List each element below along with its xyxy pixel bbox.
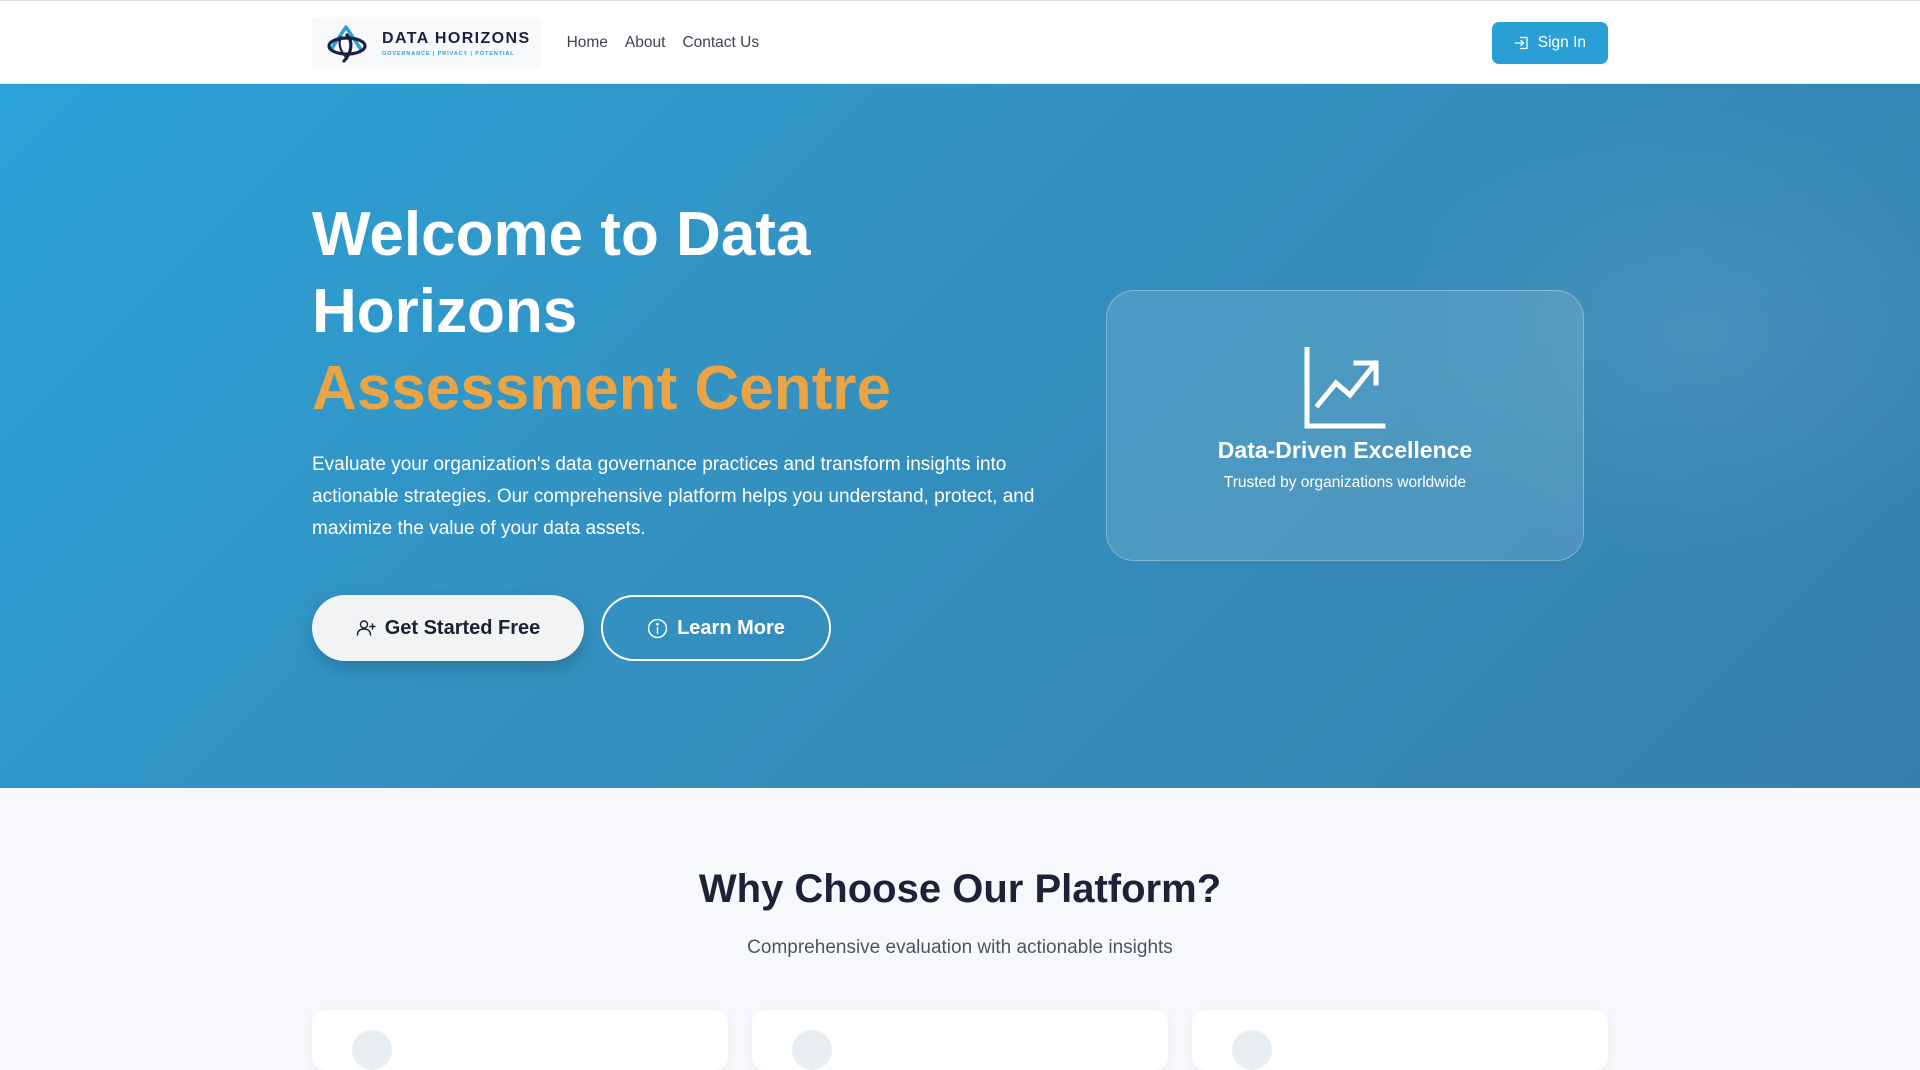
hero-cta-group: Get Started Free Learn More (312, 595, 1072, 661)
feature-card-1 (312, 1010, 728, 1070)
feature-icon (1232, 1030, 1272, 1070)
get-started-button[interactable]: Get Started Free (312, 595, 584, 661)
brand-name: DATA HORIZONS (382, 29, 531, 47)
hero-section: Welcome to Data Horizons Assessment Cent… (0, 84, 1920, 788)
user-plus-icon (356, 620, 376, 636)
feature-icon (792, 1030, 832, 1070)
brand-logo-link[interactable]: DATA HORIZONS GOVERNANCE | PRIVACY | POT… (312, 17, 541, 69)
brand-text: DATA HORIZONS GOVERNANCE | PRIVACY | POT… (382, 30, 531, 57)
why-choose-section: Why Choose Our Platform? Comprehensive e… (0, 788, 1920, 1070)
card-subtitle: Trusted by organizations worldwide (1223, 474, 1467, 491)
feature-card-3 (1192, 1010, 1608, 1070)
learn-more-label: Learn More (677, 616, 785, 639)
get-started-label: Get Started Free (384, 616, 541, 639)
navbar-inner: DATA HORIZONS GOVERNANCE | PRIVACY | POT… (312, 1, 1608, 85)
section-subtitle: Comprehensive evaluation with actionable… (747, 937, 1173, 958)
hero-title: Welcome to Data Horizons Assessment Cent… (312, 196, 1072, 427)
sign-in-button[interactable]: Sign In (1491, 22, 1608, 64)
hero-title-accent: Assessment Centre (312, 354, 891, 423)
hero-title-line-2: Horizons (312, 277, 578, 346)
data-horizons-logo-icon (327, 25, 367, 63)
brand-tagline: GOVERNANCE | PRIVACY | POTENTIAL (382, 50, 515, 57)
hero-description: Evaluate your organization's data govern… (312, 454, 1035, 539)
nav-link-home[interactable]: Home (567, 34, 608, 52)
feature-icon (352, 1030, 392, 1070)
card-title: Data-Driven Excellence (1217, 437, 1473, 463)
info-circle-icon (647, 618, 668, 638)
nav-link-about[interactable]: About (625, 34, 666, 52)
navbar: DATA HORIZONS GOVERNANCE | PRIVACY | POT… (0, 0, 1920, 84)
data-driven-excellence-card: Data-Driven Excellence Trusted by organi… (1106, 290, 1584, 561)
learn-more-button[interactable]: Learn More (601, 595, 831, 661)
feature-card-2 (752, 1010, 1168, 1070)
section-title: Why Choose Our Platform? (698, 867, 1222, 911)
chart-trending-up-icon (1304, 347, 1386, 429)
hero-title-line-1: Welcome to Data (312, 200, 811, 269)
nav-links: Home About Contact Us (567, 34, 760, 52)
sign-in-icon (1514, 36, 1528, 50)
sign-in-label: Sign In (1537, 34, 1586, 51)
hero-content: Welcome to Data Horizons Assessment Cent… (312, 196, 1072, 661)
nav-link-contact-us[interactable]: Contact Us (682, 34, 759, 52)
